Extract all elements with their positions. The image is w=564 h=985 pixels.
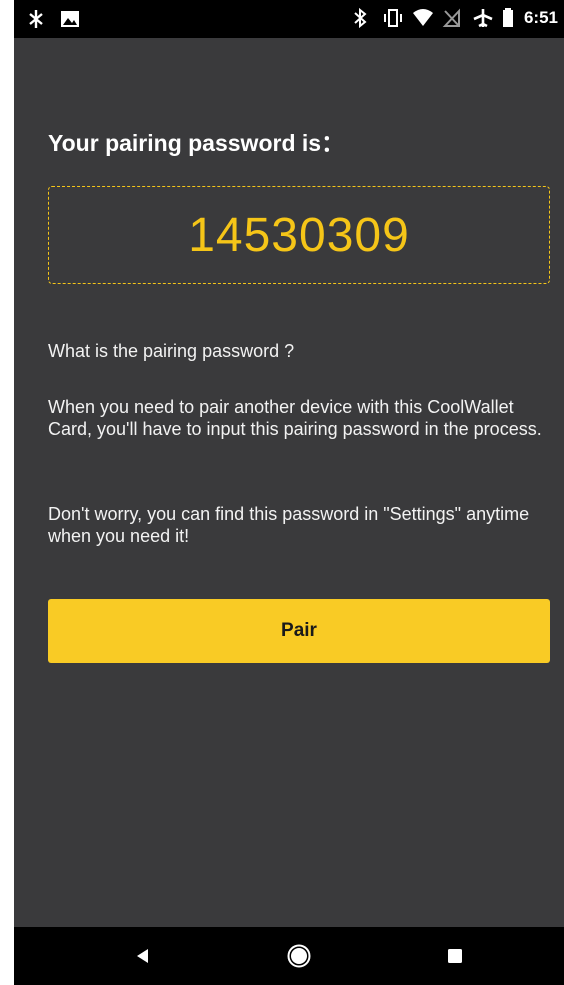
status-bar-left [26, 8, 80, 30]
status-time: 6:51 [523, 8, 558, 27]
no-sim-icon [442, 7, 462, 29]
pair-button[interactable]: Pair [48, 599, 550, 663]
navigation-bar [14, 927, 564, 985]
home-icon[interactable] [284, 941, 314, 971]
settings-hint-paragraph: Don't worry, you can find this password … [48, 504, 530, 546]
pairing-password-box: 14530309 [48, 186, 550, 284]
bluetooth-icon [352, 7, 372, 29]
battery-icon [502, 7, 514, 29]
pairing-password-value: 14530309 [188, 208, 410, 262]
recents-icon[interactable] [440, 941, 470, 971]
vibrate-icon [382, 7, 402, 29]
page-heading: Your pairing password is： [48, 130, 345, 156]
image-icon [60, 8, 80, 30]
phone-screen: 6:51 Your pairing password is： 14530309 … [14, 0, 564, 985]
data-saver-icon [26, 8, 46, 30]
status-bar-right: 6:51 [352, 7, 558, 29]
airplane-icon [472, 7, 493, 29]
status-bar: 6:51 [14, 0, 564, 38]
pairing-question: What is the pairing password ? [48, 341, 295, 361]
explanation-paragraph: When you need to pair another device wit… [48, 397, 542, 439]
back-icon[interactable] [127, 941, 157, 971]
wifi-icon [412, 7, 433, 29]
